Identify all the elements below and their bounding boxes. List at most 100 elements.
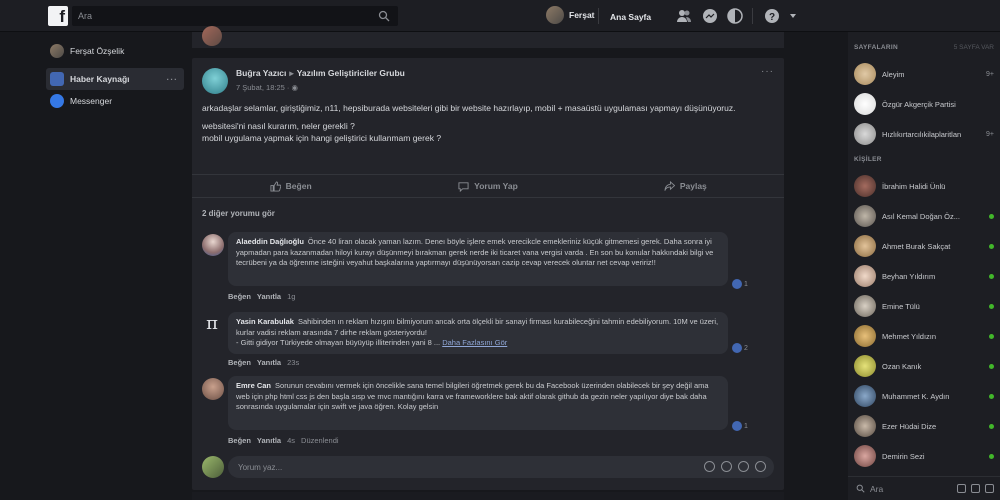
new-group-icon[interactable] [971, 484, 980, 493]
online-indicator [989, 333, 994, 339]
contact-name: Emine Tülü [882, 301, 920, 311]
contact-name: Demirin Sezi [882, 451, 925, 461]
comment-author[interactable]: Yasin Karabulak [236, 317, 294, 326]
contact-item[interactable]: Asıl Kemal Doğan Öz... [854, 204, 994, 228]
sidebar-item-news-feed[interactable]: Haber Kaynağı ··· [46, 68, 184, 90]
comment-time[interactable]: 1g [287, 292, 295, 301]
comment-text: Sorunun cevabını vermek için öncelikle s… [236, 381, 709, 411]
sidebar-item-profile[interactable]: Ferşat Özşelik [46, 40, 184, 62]
pi-avatar-icon[interactable]: π [202, 314, 222, 334]
post-author-line: Buğra Yazıcı ▸ Yazılım Geliştiriciler Grub… [236, 68, 405, 79]
gear-icon[interactable] [985, 484, 994, 493]
view-more-comments-link[interactable]: 2 diğer yorumu gör [202, 209, 275, 218]
comment-like-link[interactable]: Beğen [228, 358, 251, 367]
facebook-logo-icon[interactable]: f [48, 6, 68, 26]
avatar [854, 265, 876, 287]
online-indicator [989, 363, 994, 369]
post-time: 7 Şubat, 18:25 · [236, 83, 290, 92]
contact-item[interactable]: Demirin Sezi [854, 444, 994, 468]
avatar [854, 235, 876, 257]
comment-label: Yorum Yap [474, 181, 518, 191]
post-options-icon[interactable]: ··· [761, 66, 774, 77]
comment-bubble: Emre Can Sorunun cevabını vermek için önc… [228, 376, 728, 430]
notification-badge: 9+ [986, 130, 994, 138]
emoji-icon[interactable] [704, 461, 715, 472]
avatar[interactable] [202, 234, 224, 256]
comment-like-link[interactable]: Beğen [228, 436, 251, 445]
comment-author[interactable]: Alaeddin Dağlıoğlu [236, 237, 304, 246]
comment: Alaeddin Dağlıoğlu Önce 40 liran olacak y… [202, 232, 762, 304]
chat-search-input[interactable]: Ara [848, 476, 1000, 500]
avatar [854, 445, 876, 467]
post-author[interactable]: Buğra Yazıcı [236, 68, 286, 78]
contact-item[interactable]: Mehmet Yıldızın [854, 324, 994, 348]
search-input[interactable]: Ara [72, 6, 398, 26]
new-message-icon[interactable] [957, 484, 966, 493]
online-indicator [989, 273, 994, 279]
more-options-icon[interactable]: ··· [167, 74, 179, 84]
share-icon [664, 180, 675, 191]
home-link[interactable]: Ana Sayfa [610, 12, 651, 22]
contact-item[interactable]: Ahmet Burak Sakçat [854, 234, 994, 258]
pages-count[interactable]: 5 SAYFA VAR [954, 44, 994, 51]
comment-icon [458, 181, 469, 192]
profile-name: Ferşat [569, 10, 595, 20]
group-avatar[interactable] [202, 68, 228, 94]
see-more-link[interactable]: Daha Fazlasını Gör [442, 338, 507, 347]
page-item[interactable]: Hızlıkırtarcılıkilaplaritlan 9+ [854, 122, 994, 146]
sidebar-item-messenger[interactable]: Messenger [46, 90, 184, 112]
contact-item[interactable]: İbrahim Halidi Ünlü [854, 174, 994, 198]
comment-bubble: Yasin Karabulak Sahibinden ın reklam hızı… [228, 312, 728, 354]
comment-reactions[interactable]: 1 [732, 278, 754, 290]
contact-item[interactable]: Muhammet K. Aydın [854, 384, 994, 408]
group-post: Buğra Yazıcı ▸ Yazılım Geliştiriciler Grub… [192, 58, 784, 490]
help-icon[interactable]: ? [764, 8, 780, 24]
contact-item[interactable]: Emine Tülü [854, 294, 994, 318]
thumbs-up-icon [270, 180, 281, 192]
post-group[interactable]: Yazılım Geliştiriciler Grubu [297, 68, 405, 78]
comment: π Yasin Karabulak Sahibinden ın reklam hı… [202, 312, 762, 372]
comment-input[interactable]: Yorum yaz... [228, 456, 774, 478]
post-paragraph: arkadaşlar selamlar, giriştiğimiz, n11, … [202, 103, 736, 113]
contact-item[interactable]: Beyhan Yıldırım [854, 264, 994, 288]
contact-item[interactable]: Ezer Hüdai Dize [854, 414, 994, 438]
search-placeholder: Ara [78, 11, 93, 21]
online-indicator [989, 453, 994, 459]
contact-name: Beyhan Yıldırım [882, 271, 936, 281]
camera-icon[interactable] [721, 461, 732, 472]
post-header: Buğra Yazıcı ▸ Yazılım Geliştiriciler Grub… [202, 68, 405, 94]
comment-reactions[interactable]: 1 [732, 420, 754, 432]
avatar[interactable] [202, 378, 224, 400]
previous-post-card [192, 26, 784, 48]
notifications-icon[interactable] [727, 8, 743, 24]
comment-like-link[interactable]: Beğen [228, 292, 251, 301]
share-button[interactable]: Paylaş [587, 175, 784, 197]
like-button[interactable]: Beğen [192, 175, 389, 197]
online-indicator [989, 243, 994, 249]
search-icon[interactable] [378, 10, 390, 22]
contact-item[interactable]: Ozan Kanık [854, 354, 994, 378]
comment-reply-link[interactable]: Yanıtla [257, 436, 281, 445]
comment-bubble: Alaeddin Dağlıoğlu Önce 40 liran olacak y… [228, 232, 728, 286]
profile-link[interactable]: Ferşat [546, 6, 595, 24]
sticker-icon[interactable] [755, 461, 766, 472]
comment-button[interactable]: Yorum Yap [389, 175, 586, 197]
contact-name: Ahmet Burak Sakçat [882, 241, 951, 251]
post-actions: Beğen Yorum Yap Paylaş [192, 174, 784, 198]
avatar [546, 6, 564, 24]
post-timestamp[interactable]: 7 Şubat, 18:25 · ◉ [236, 83, 405, 92]
messenger-icon[interactable] [702, 8, 718, 24]
comment-time[interactable]: 4s [287, 436, 295, 445]
gif-icon[interactable] [738, 461, 749, 472]
comment-reactions[interactable]: 2 [732, 342, 754, 354]
comment-author[interactable]: Emre Can [236, 381, 271, 390]
comment-reply-link[interactable]: Yanıtla [257, 292, 281, 301]
edited-label[interactable]: Düzenlendi [301, 436, 339, 445]
comment-time[interactable]: 23s [287, 358, 299, 367]
news-feed-icon [50, 72, 64, 86]
friend-requests-icon[interactable] [676, 8, 692, 24]
comment-reply-link[interactable]: Yanıtla [257, 358, 281, 367]
page-item[interactable]: Aleyim 9+ [854, 62, 994, 86]
page-item[interactable]: Özgür Akgerçik Partisi [854, 92, 994, 116]
chevron-down-icon[interactable] [788, 8, 798, 24]
